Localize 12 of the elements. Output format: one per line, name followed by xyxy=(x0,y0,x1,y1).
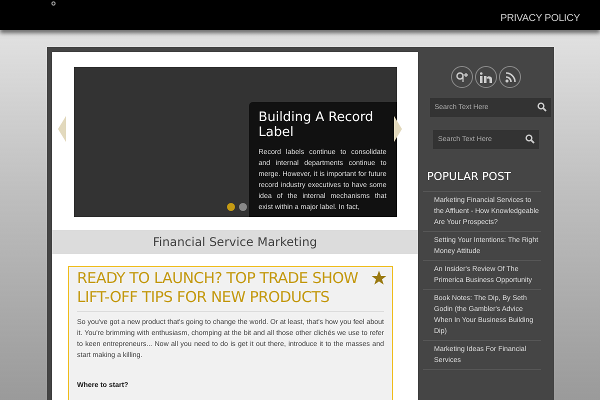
google-plus-icon[interactable] xyxy=(451,66,473,88)
slide-title: Building A Record Label xyxy=(258,110,374,140)
linkedin-icon[interactable] xyxy=(475,66,497,88)
star-icon xyxy=(371,270,387,286)
section-title: Financial Service Marketing xyxy=(52,230,418,254)
search-icon[interactable] xyxy=(525,134,535,144)
nav-link[interactable]: PRIVACY POLICY xyxy=(500,11,580,26)
search-icon[interactable] xyxy=(536,102,546,112)
dot-icon xyxy=(51,1,56,6)
sidebar-heading: POPULAR POST xyxy=(427,169,512,185)
next-arrow-icon[interactable] xyxy=(394,116,402,142)
rss-icon[interactable] xyxy=(499,66,521,88)
